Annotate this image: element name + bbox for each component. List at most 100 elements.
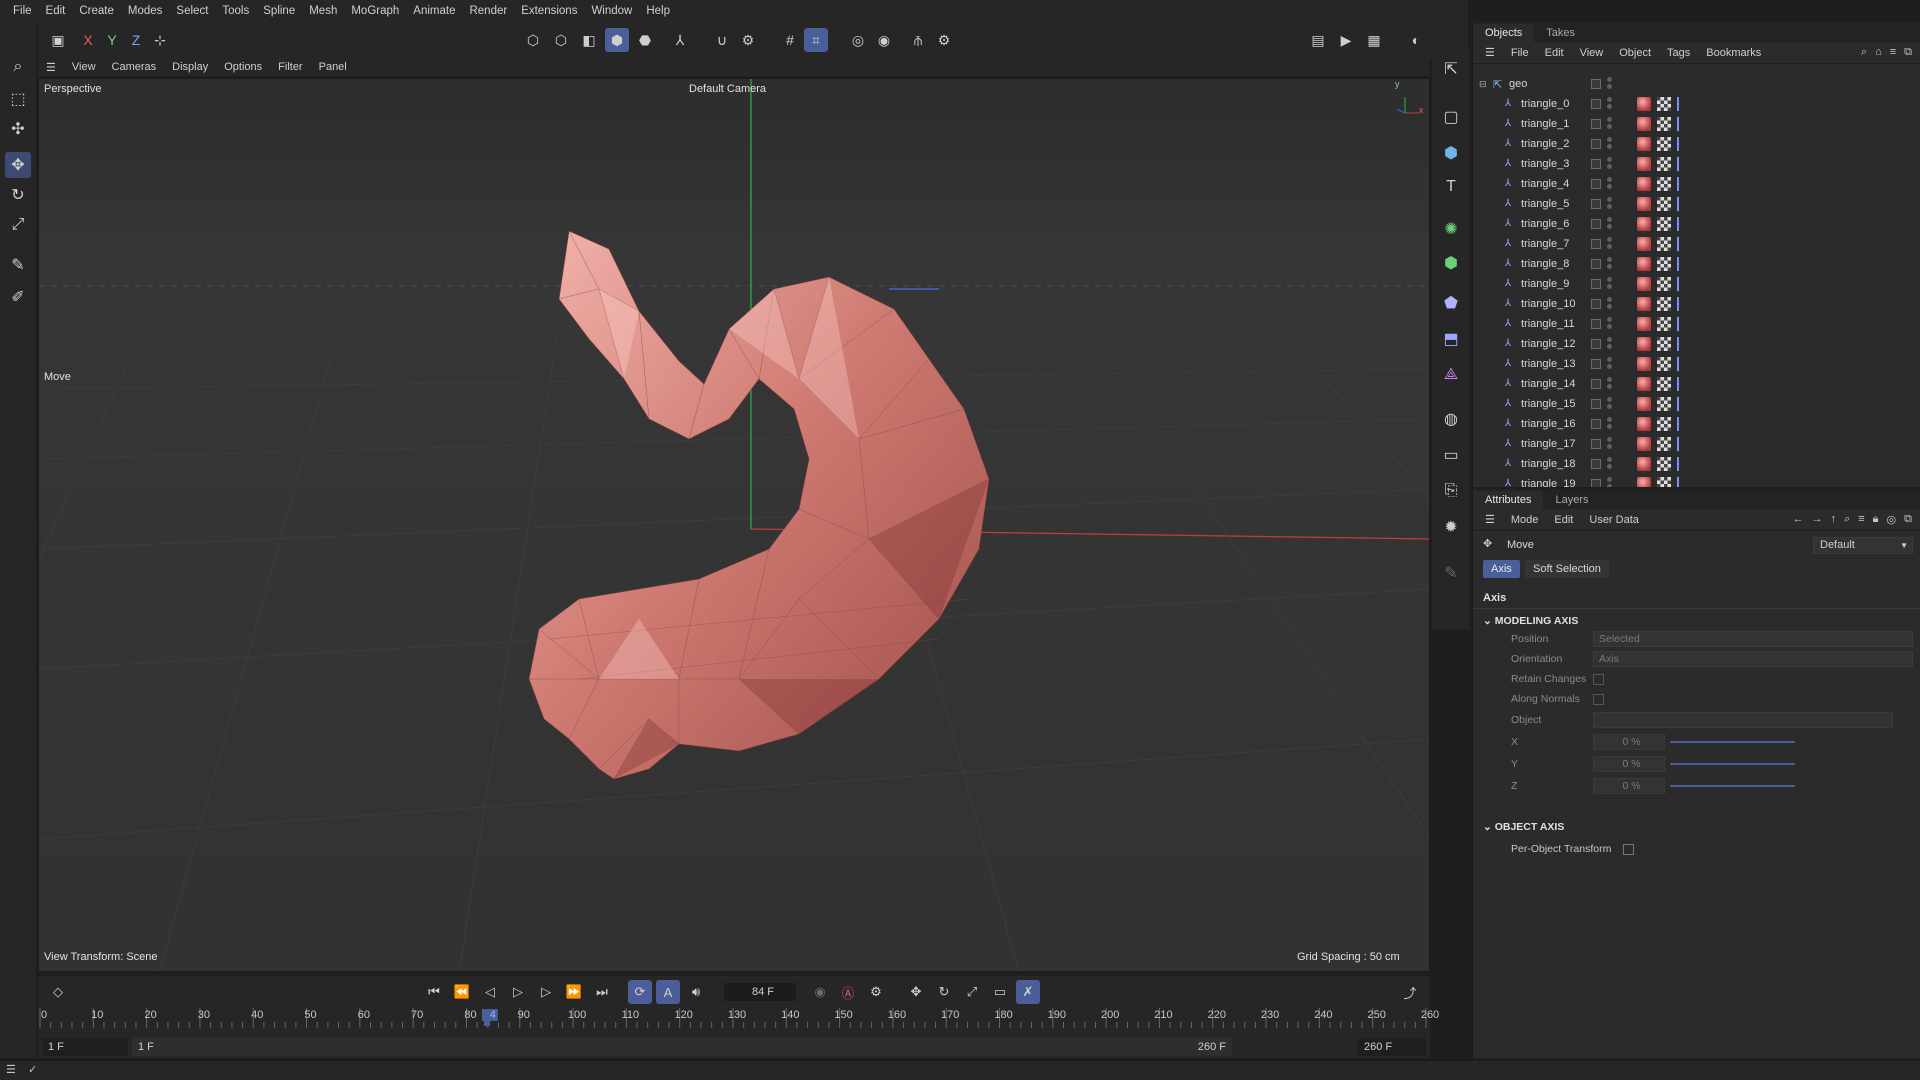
subtab-axis[interactable]: Axis [1483, 560, 1520, 578]
previous-key-icon[interactable]: ⏪ [450, 980, 474, 1004]
visibility-dots[interactable] [1607, 157, 1613, 171]
object-row-geo[interactable]: ⊟ ⇱ geo [1473, 74, 1920, 94]
tweak-tool-icon[interactable]: ✣ [5, 116, 31, 142]
object-row[interactable]: ⅄ triangle_4 [1473, 174, 1920, 194]
material-tag-icon[interactable] [1637, 157, 1651, 171]
menu-edit[interactable]: Edit [39, 5, 73, 17]
mograph-cloner-icon[interactable]: ⬢ [1438, 250, 1464, 276]
texture-tag-icon[interactable] [1657, 237, 1671, 251]
enabled-checkbox[interactable] [1591, 379, 1601, 389]
texture-tag-icon[interactable] [1657, 377, 1671, 391]
visibility-dots[interactable] [1607, 437, 1613, 451]
enabled-checkbox[interactable] [1591, 99, 1601, 109]
attributes-menu-icon[interactable]: ☰ [1477, 513, 1503, 526]
enabled-checkbox[interactable] [1591, 159, 1601, 169]
attributes-menu-edit[interactable]: Edit [1546, 514, 1581, 526]
texture-tag-icon[interactable] [1657, 297, 1671, 311]
previous-frame-icon[interactable]: ◁ [478, 980, 502, 1004]
new-window-icon[interactable]: ⧉ [1904, 46, 1912, 59]
object-axis-header[interactable]: ⌄ OBJECT AXIS [1483, 821, 1564, 833]
material-tag-icon[interactable] [1637, 477, 1651, 487]
enabled-checkbox[interactable] [1591, 139, 1601, 149]
tab-layers[interactable]: Layers [1543, 491, 1600, 509]
viewport-menu-filter[interactable]: Filter [270, 61, 310, 73]
texture-tag-icon[interactable] [1657, 457, 1671, 471]
objects-menu-edit[interactable]: Edit [1537, 47, 1572, 59]
cube-icon[interactable]: ⬢ [1438, 140, 1464, 166]
object-link-field[interactable] [1593, 712, 1893, 728]
camera-name-label[interactable]: Default Camera [689, 83, 766, 95]
search-icon[interactable]: ⌕ [1844, 513, 1850, 526]
menu-create[interactable]: Create [72, 5, 121, 17]
menu-help[interactable]: Help [639, 5, 677, 17]
texture-tag-icon[interactable] [1657, 317, 1671, 331]
coordinate-system-icon[interactable]: ⊹ [148, 28, 172, 52]
go-to-start-icon[interactable]: ⏮ [422, 980, 446, 1004]
key-rotation-icon[interactable]: ↻ [932, 980, 956, 1004]
object-row[interactable]: ⅄ triangle_8 [1473, 254, 1920, 274]
visibility-dots[interactable] [1607, 337, 1613, 351]
objects-menu-bookmarks[interactable]: Bookmarks [1698, 47, 1769, 59]
position-dropdown[interactable]: Selected [1593, 631, 1913, 647]
new-window-icon[interactable]: ⧉ [1904, 513, 1912, 526]
texture-tag-icon[interactable] [1657, 157, 1671, 171]
auto-key-mode-icon[interactable]: A [656, 980, 680, 1004]
z-value-field[interactable]: 0 % [1593, 778, 1665, 794]
texture-tag-icon[interactable] [1657, 217, 1671, 231]
object-row[interactable]: ⅄ triangle_1 [1473, 114, 1920, 134]
enabled-checkbox[interactable] [1591, 319, 1601, 329]
selection-tag-icon[interactable] [1677, 377, 1689, 391]
visibility-dots[interactable] [1607, 357, 1613, 371]
tab-objects[interactable]: Objects [1473, 24, 1535, 42]
material-tag-icon[interactable] [1637, 217, 1651, 231]
record-disabled-icon[interactable]: ◉ [808, 980, 832, 1004]
axis-y-toggle[interactable]: Y [100, 28, 124, 52]
enabled-checkbox[interactable] [1591, 419, 1601, 429]
visibility-dots[interactable] [1607, 137, 1613, 151]
visibility-dots[interactable] [1607, 297, 1613, 311]
key-scale-icon[interactable]: ⤢ [960, 980, 984, 1004]
knife-tool-icon[interactable]: ✐ [5, 284, 31, 310]
viewport-menu-options[interactable]: Options [216, 61, 270, 73]
objects-menu-object[interactable]: Object [1611, 47, 1659, 59]
go-to-end-icon[interactable]: ⏭ [590, 980, 614, 1004]
grid-snap-icon[interactable]: # [778, 28, 802, 52]
object-row[interactable]: ⅄ triangle_5 [1473, 194, 1920, 214]
texture-tag-icon[interactable] [1657, 257, 1671, 271]
enabled-checkbox[interactable] [1591, 119, 1601, 129]
object-row[interactable]: ⅄ triangle_19 [1473, 474, 1920, 487]
objects-menu-icon[interactable]: ☰ [1477, 46, 1503, 59]
material-tag-icon[interactable] [1637, 257, 1651, 271]
enabled-checkbox[interactable] [1591, 459, 1601, 469]
object-row[interactable]: ⅄ triangle_0 [1473, 94, 1920, 114]
visibility-dots[interactable] [1607, 237, 1613, 251]
object-row[interactable]: ⅄ triangle_14 [1473, 374, 1920, 394]
visibility-dots[interactable] [1607, 417, 1613, 431]
timeline-graph-icon[interactable]: ⤴ [1398, 980, 1422, 1004]
generator-icon[interactable]: ✺ [1438, 216, 1464, 242]
filter-icon[interactable]: ≡ [1890, 46, 1896, 59]
autokey-record-icon[interactable]: Ⓐ [836, 980, 860, 1004]
enabled-checkbox[interactable] [1591, 439, 1601, 449]
enabled-checkbox[interactable] [1591, 199, 1601, 209]
material-tag-icon[interactable] [1637, 317, 1651, 331]
x-slider[interactable] [1670, 741, 1795, 743]
selection-tag-icon[interactable] [1677, 297, 1689, 311]
material-tag-icon[interactable] [1637, 117, 1651, 131]
selection-tag-icon[interactable] [1677, 157, 1689, 171]
texture-tag-icon[interactable] [1657, 477, 1671, 487]
model-mode-icon[interactable]: ⬢ [605, 28, 629, 52]
object-row[interactable]: ⅄ triangle_15 [1473, 394, 1920, 414]
texture-tag-icon[interactable] [1657, 97, 1671, 111]
visibility-dots[interactable] [1607, 397, 1613, 411]
selection-tag-icon[interactable] [1677, 117, 1689, 131]
collapse-icon[interactable]: ⊟ [1479, 79, 1487, 90]
material-tag-icon[interactable] [1637, 377, 1651, 391]
enabled-checkbox[interactable] [1591, 399, 1601, 409]
selection-tag-icon[interactable] [1677, 357, 1689, 371]
material-tag-icon[interactable] [1637, 457, 1651, 471]
keyframe-icon[interactable]: ◇ [46, 980, 70, 1004]
material-tag-icon[interactable] [1637, 357, 1651, 371]
snap-settings-icon[interactable]: ⚙ [736, 28, 760, 52]
selection-tag-icon[interactable] [1677, 257, 1689, 271]
